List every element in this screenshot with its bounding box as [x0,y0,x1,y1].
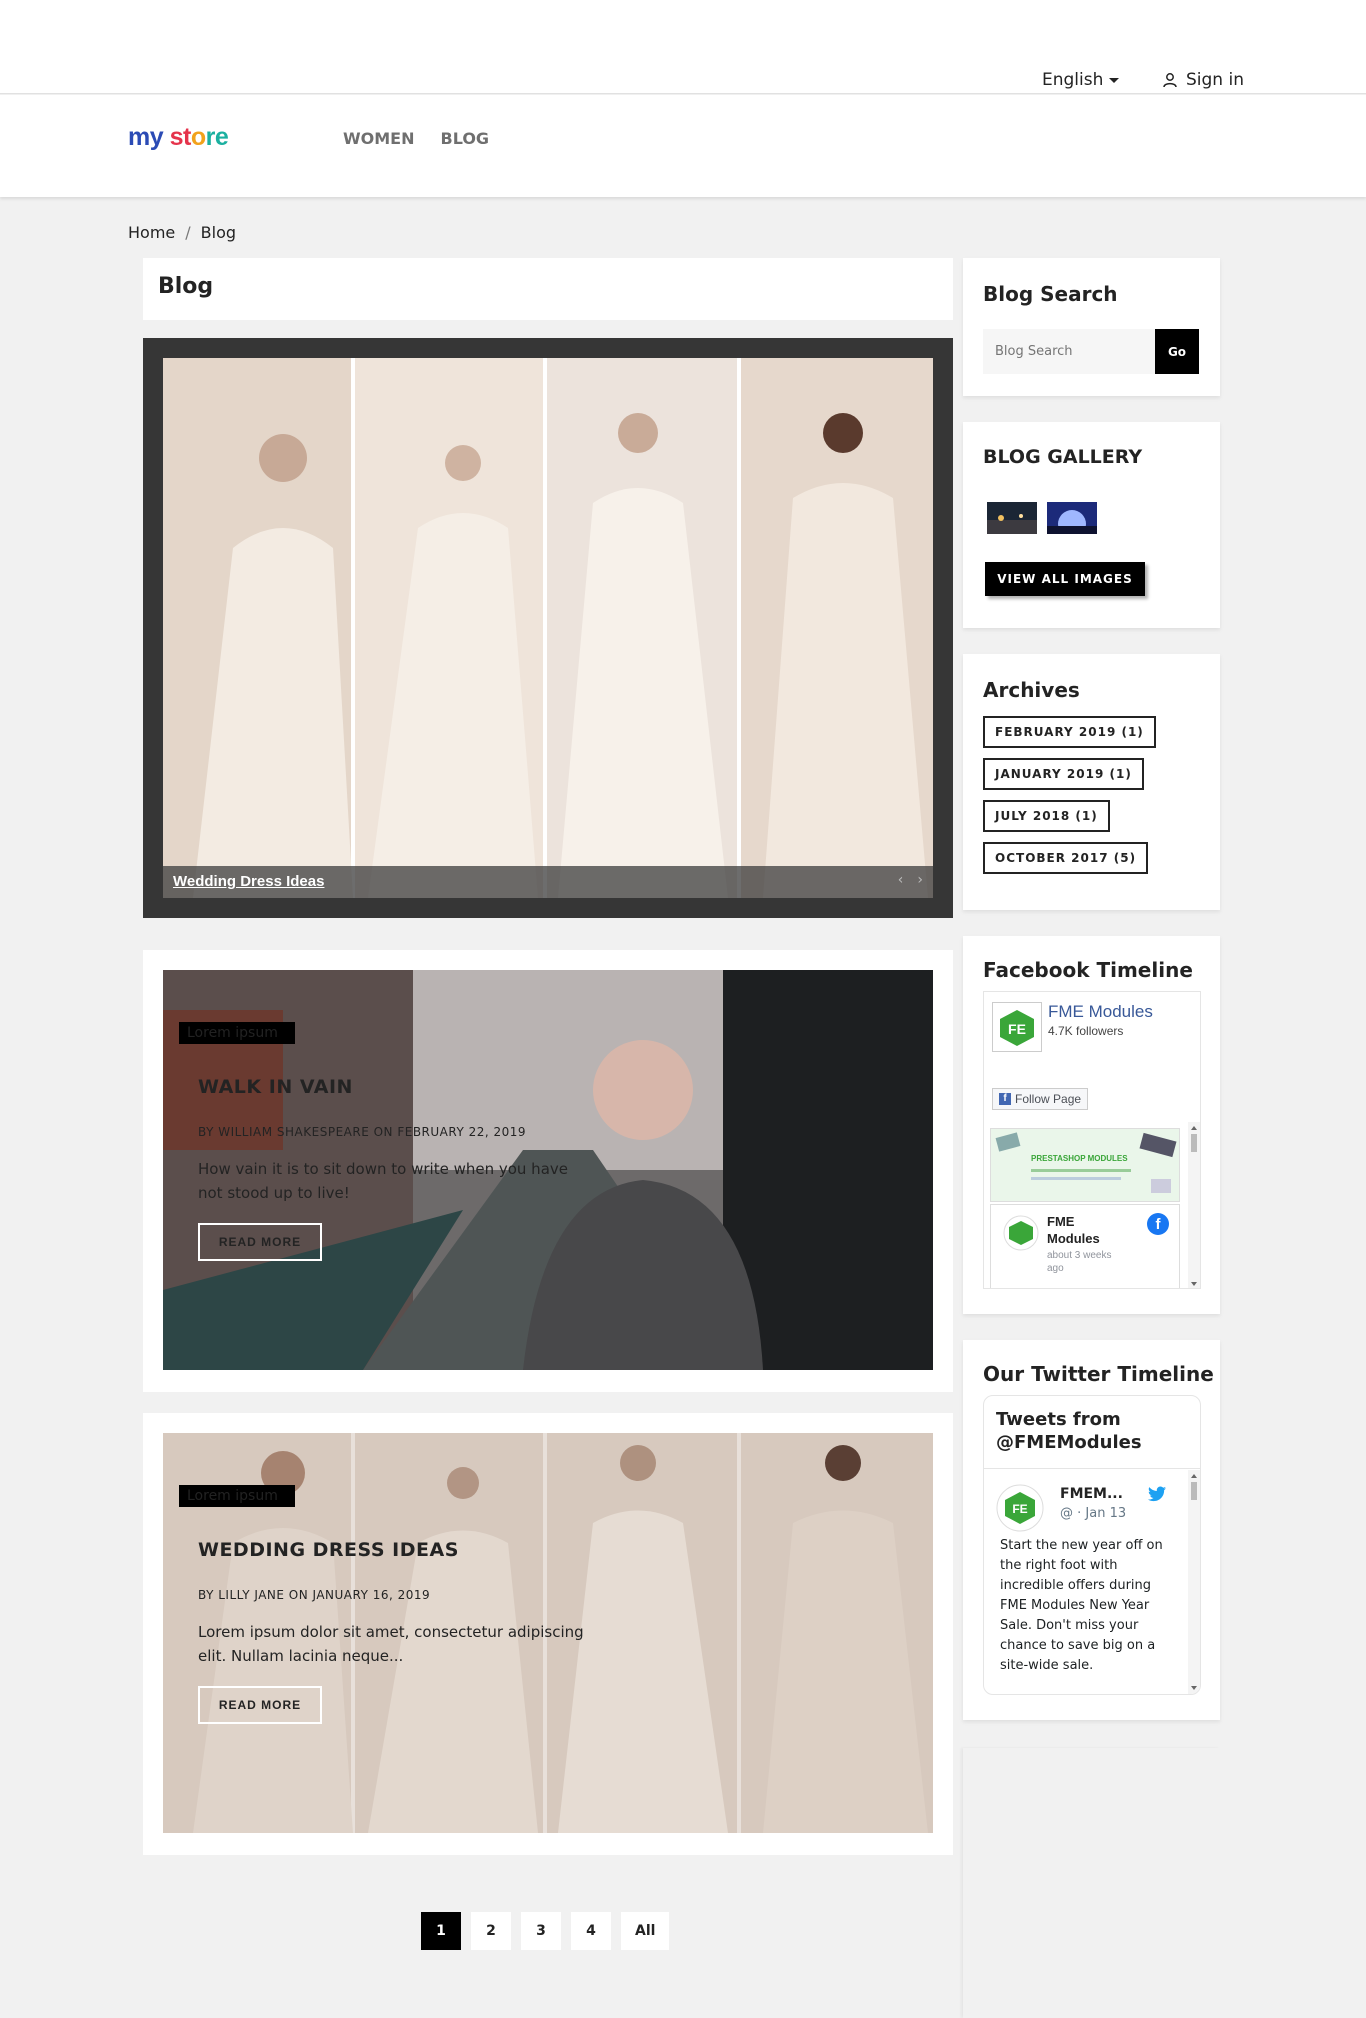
post-excerpt: Lorem ipsum dolor sit amet, consectetur … [198,1623,584,1665]
facebook-post-banner[interactable]: PRESTASHOP MODULES [990,1128,1180,1202]
read-more-button[interactable]: READ MORE [198,1223,322,1261]
facebook-followers: 4.7K followers [1048,1024,1124,1038]
post-title[interactable]: WALK IN VAIN [198,1076,353,1098]
widget-title: Our Twitter Timeline [983,1362,1214,1386]
post-tag[interactable]: Lorem ipsum [179,1022,295,1044]
language-selector[interactable]: English [1042,70,1120,90]
breadcrumb-separator: / [185,223,191,242]
banner-text: PRESTASHOP MODULES [1031,1154,1128,1163]
twitter-scrollbar[interactable] [1188,1470,1200,1694]
slider-caption-bar: Wedding Dress Ideas ‹ › [163,866,933,898]
page-button-4[interactable]: 4 [571,1912,611,1950]
facebook-scrollbar[interactable] [1188,1122,1200,1288]
scroll-up-icon[interactable] [1191,1474,1197,1478]
archive-link[interactable]: JANUARY 2019 (1) [983,758,1144,790]
gallery-thumbnail[interactable] [987,502,1037,534]
post-tag[interactable]: Lorem ipsum [179,1485,295,1507]
language-label: English [1042,70,1104,90]
blog-search-widget: Blog Search Go [963,258,1220,396]
facebook-timeline-widget: Facebook Timeline FE FME Modules 4.7K fo… [963,936,1220,1314]
store-logo[interactable]: my store [128,123,229,152]
tweet-author[interactable]: FMEM... [1060,1486,1123,1502]
archive-link[interactable]: FEBRUARY 2019 (1) [983,716,1156,748]
blog-title-card: Blog [143,258,953,320]
slider-next-icon[interactable]: › [917,872,923,888]
archive-link[interactable]: JULY 2018 (1) [983,800,1110,832]
gallery-thumbnail[interactable] [1047,502,1097,534]
archive-link[interactable]: OCTOBER 2017 (5) [983,842,1149,874]
nav-item-women[interactable]: WOMEN [343,129,415,148]
widget-title: Archives [983,678,1080,702]
slider-image[interactable] [163,358,933,898]
twitter-bird-icon [1148,1486,1166,1502]
facebook-embed: FE FME Modules 4.7K followers f Follow P… [983,991,1201,1289]
page-button-all[interactable]: All [621,1912,670,1950]
user-icon [1163,73,1177,88]
blog-gallery-widget: BLOG GALLERY VIEW ALL IMAGES [963,422,1220,628]
blog-post-card: Lorem ipsum WALK IN VAIN BY WILLIAM SHAK… [143,950,953,1392]
page-button-1[interactable]: 1 [421,1912,461,1950]
fme-logo-icon[interactable]: FE [992,1002,1042,1052]
twitter-divider [984,1468,1200,1469]
page-title: Blog [158,274,214,299]
twitter-timeline-widget: Our Twitter Timeline Tweets from @FMEMod… [963,1340,1220,1720]
pagination: 1 2 3 4 All [421,1912,670,1950]
scroll-up-icon[interactable] [1191,1126,1197,1130]
nav-item-blog[interactable]: BLOG [441,129,490,148]
post-title[interactable]: WEDDING DRESS IDEAS [198,1539,459,1561]
svg-text:FE: FE [1012,1502,1027,1516]
follow-page-button[interactable]: f Follow Page [992,1088,1089,1110]
twitter-header[interactable]: Tweets from @FMEModules [996,1408,1166,1454]
top-bar: English Sign in [0,0,1366,94]
banner-graphic: PRESTASHOP MODULES [991,1129,1179,1201]
facebook-page-name[interactable]: FME Modules [1048,1002,1153,1022]
breadcrumb: Home / Blog [128,223,236,242]
tweet-text: Start the new year off on the right foot… [1000,1538,1163,1673]
facebook-logo-icon: f [1147,1213,1169,1235]
slider-prev-icon[interactable]: ‹ [898,872,904,888]
facebook-post-time: about 3 weeks ago [1047,1250,1112,1274]
sign-in-link[interactable]: Sign in [1162,70,1244,90]
caret-down-icon [1109,77,1120,83]
facebook-f-icon: f [999,1093,1011,1105]
scroll-down-icon[interactable] [1191,1282,1197,1286]
page-button-3[interactable]: 3 [521,1912,561,1950]
main-nav: WOMEN BLOG [343,129,489,148]
search-go-button[interactable]: Go [1155,329,1199,374]
blog-post-card: Lorem ipsum WEDDING DRESS IDEAS BY LILLY… [143,1413,953,1855]
post-meta: BY WILLIAM SHAKESPEARE ON FEBRUARY 22, 2… [198,1125,527,1139]
sidebar-spacer [963,1748,1220,2018]
blog-search-input[interactable] [983,329,1155,374]
facebook-post: FME Modules about 3 weeks ago f [990,1204,1180,1288]
fme-avatar-icon[interactable]: FE [996,1484,1044,1532]
sign-in-label: Sign in [1186,70,1244,90]
view-all-images-button[interactable]: VIEW ALL IMAGES [985,562,1145,596]
breadcrumb-home[interactable]: Home [128,223,175,242]
fme-avatar-icon [1003,1215,1039,1251]
slider-caption[interactable]: Wedding Dress Ideas [173,873,324,890]
widget-title: Facebook Timeline [983,958,1193,982]
facebook-post-author[interactable]: FME Modules [1047,1213,1117,1247]
scroll-thumb[interactable] [1191,1482,1197,1500]
main-header: my store WOMEN BLOG [0,95,1366,197]
tweet-handle: @ · Jan 13 [1060,1506,1127,1521]
post-overlay: Lorem ipsum WALK IN VAIN BY WILLIAM SHAK… [163,970,933,1370]
scroll-down-icon[interactable] [1191,1686,1197,1690]
scroll-thumb[interactable] [1191,1134,1197,1152]
page-button-2[interactable]: 2 [471,1912,511,1950]
post-meta: BY LILLY JANE ON JANUARY 16, 2019 [198,1588,431,1602]
widget-title: BLOG GALLERY [983,446,1143,468]
archives-widget: Archives FEBRUARY 2019 (1) JANUARY 2019 … [963,654,1220,910]
read-more-button[interactable]: READ MORE [198,1686,322,1724]
post-overlay: Lorem ipsum WEDDING DRESS IDEAS BY LILLY… [163,1433,933,1833]
widget-title: Blog Search [983,282,1118,306]
twitter-embed: Tweets from @FMEModules FE FMEM... @ · J… [983,1395,1201,1695]
featured-slider: Wedding Dress Ideas ‹ › [143,338,953,918]
breadcrumb-blog[interactable]: Blog [201,223,236,242]
svg-text:FE: FE [1008,1021,1026,1037]
post-excerpt: How vain it is to sit down to write when… [198,1160,568,1202]
